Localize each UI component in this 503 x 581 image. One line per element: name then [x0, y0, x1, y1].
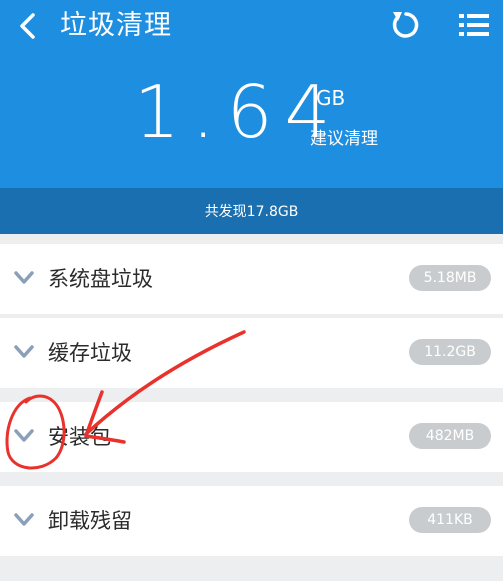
- header: 垃圾清理 1.64 GB 建议清理: [0, 0, 503, 188]
- clean-suggestion-label: 建议清理: [310, 129, 378, 149]
- chevron-down-icon: [14, 513, 34, 526]
- list-item-label: 系统盘垃圾: [48, 267, 153, 291]
- list-item-uninstall-residue[interactable]: 卸载残留 411KB: [0, 486, 503, 556]
- back-button[interactable]: [8, 6, 48, 46]
- size-badge: 411KB: [409, 507, 491, 533]
- chevron-down-icon: [14, 345, 34, 358]
- nav-bar: 垃圾清理: [0, 0, 503, 52]
- list-item-label: 卸载残留: [48, 509, 132, 533]
- junk-size-unit: GB: [316, 86, 346, 110]
- page-title: 垃圾清理: [60, 10, 172, 41]
- list-item-install-packages[interactable]: 安装包 482MB: [0, 402, 503, 472]
- list-item-system-junk[interactable]: 系统盘垃圾 5.18MB: [0, 244, 503, 314]
- found-total-bar: 共发现17.8GB: [0, 188, 503, 234]
- chevron-left-icon: [20, 13, 35, 39]
- size-badge: 5.18MB: [409, 265, 491, 291]
- junk-cleaner-screen: 垃圾清理 1.64 GB 建议清理 共发现17.8GB 系统盘垃圾 5.18MB…: [0, 0, 503, 581]
- list-item-label: 安装包: [48, 425, 111, 449]
- chevron-down-icon: [14, 271, 34, 284]
- list-menu-icon: [459, 14, 489, 36]
- refresh-button[interactable]: [384, 5, 428, 45]
- list-item-cache-junk[interactable]: 缓存垃圾 11.2GB: [0, 318, 503, 388]
- menu-button[interactable]: [452, 5, 496, 45]
- refresh-icon: [392, 12, 419, 38]
- size-badge: 482MB: [409, 423, 491, 449]
- chevron-down-icon: [14, 429, 34, 442]
- list-item-label: 缓存垃圾: [48, 341, 132, 365]
- size-badge: 11.2GB: [409, 339, 491, 365]
- found-total-text: 共发现17.8GB: [204, 204, 299, 220]
